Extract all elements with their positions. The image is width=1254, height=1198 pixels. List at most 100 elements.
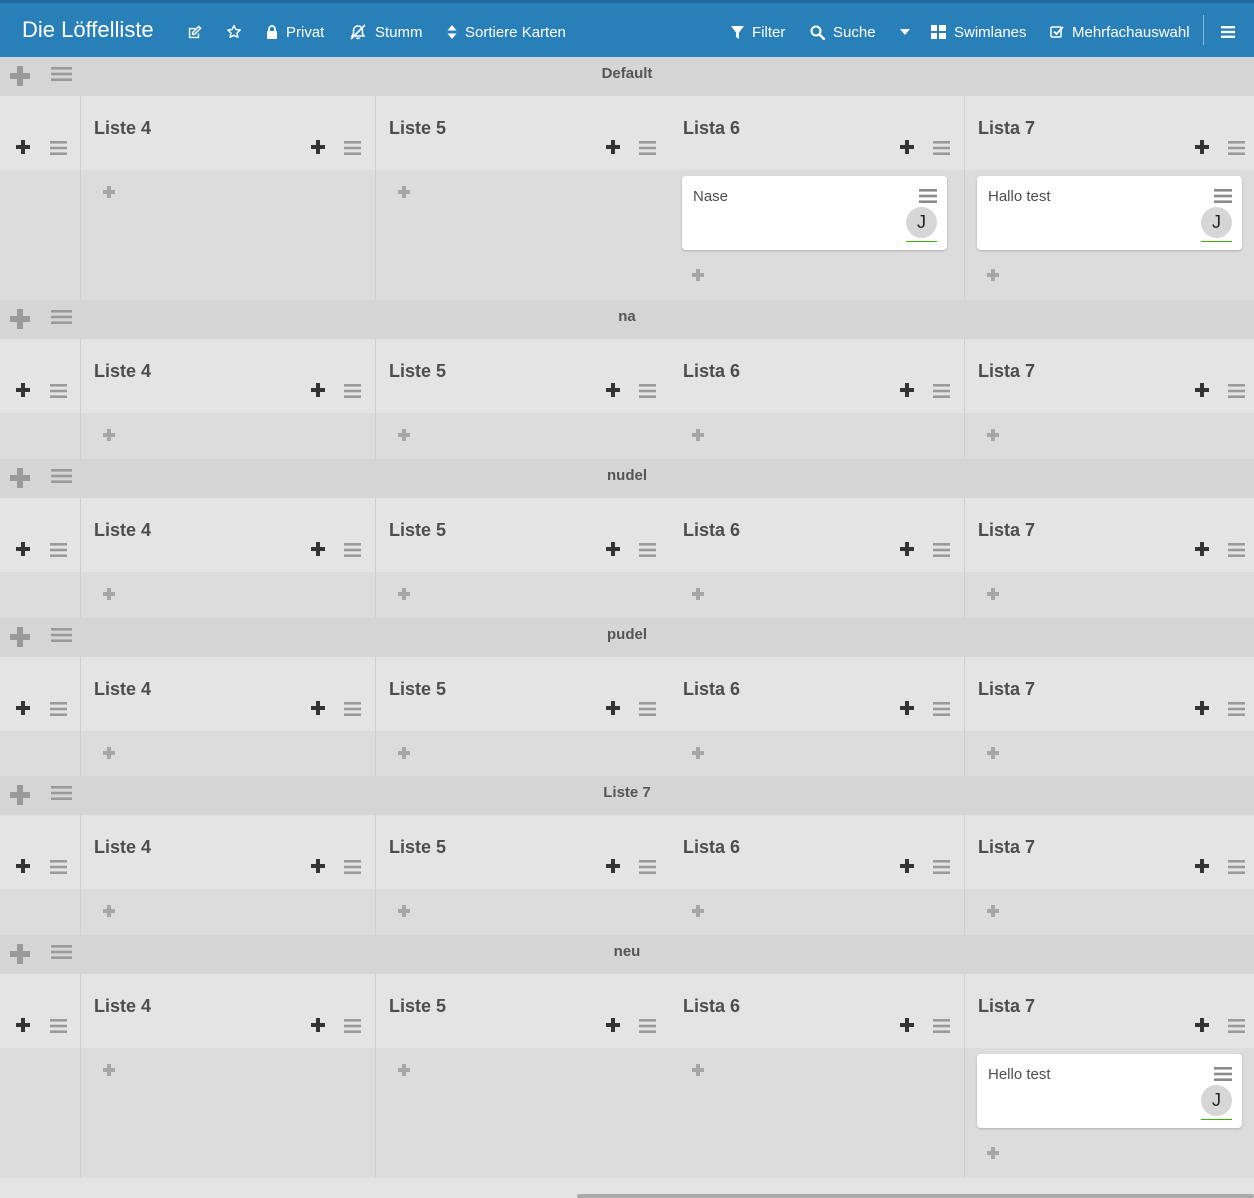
list-title[interactable]: Lista 7 [978, 679, 1035, 700]
add-swimlane-plus-icon[interactable] [10, 785, 30, 810]
add-card-top-plus-icon[interactable] [606, 542, 620, 561]
gutter-menu-icon[interactable] [50, 701, 67, 722]
list-title[interactable]: Lista 6 [683, 837, 740, 858]
add-swimlane-plus-icon[interactable] [10, 627, 30, 652]
list-title[interactable]: Liste 5 [389, 837, 446, 858]
add-card-plus-icon[interactable] [398, 904, 410, 922]
add-swimlane-plus-icon[interactable] [10, 66, 30, 91]
swimlane-menu-icon[interactable] [51, 944, 72, 965]
avatar[interactable]: J [1201, 207, 1232, 238]
add-card-plus-icon[interactable] [398, 1063, 410, 1081]
list-menu-icon[interactable] [1228, 140, 1245, 161]
list-title[interactable]: Liste 5 [389, 118, 446, 139]
add-card-top-plus-icon[interactable] [900, 542, 914, 561]
list-title[interactable]: Lista 7 [978, 837, 1035, 858]
mute-button[interactable]: Stumm [349, 21, 423, 43]
list-menu-icon[interactable] [344, 1018, 361, 1039]
gutter-menu-icon[interactable] [50, 859, 67, 880]
card-menu-icon[interactable] [1214, 1066, 1232, 1087]
add-list-plus-icon[interactable] [16, 542, 30, 561]
add-swimlane-plus-icon[interactable] [10, 309, 30, 334]
list-title[interactable]: Liste 5 [389, 679, 446, 700]
add-card-top-plus-icon[interactable] [311, 701, 325, 720]
list-title[interactable]: Lista 6 [683, 996, 740, 1017]
add-card-top-plus-icon[interactable] [1195, 542, 1209, 561]
add-card-top-plus-icon[interactable] [1195, 383, 1209, 402]
add-list-plus-icon[interactable] [16, 1018, 30, 1037]
list-title[interactable]: Liste 4 [94, 118, 151, 139]
swimlane-title[interactable]: Default [0, 65, 1254, 82]
board-menu-button[interactable] [1221, 21, 1235, 43]
list-menu-icon[interactable] [639, 542, 656, 563]
list-menu-icon[interactable] [933, 140, 950, 161]
add-card-top-plus-icon[interactable] [606, 1018, 620, 1037]
add-card-plus-icon[interactable] [103, 904, 115, 922]
list-menu-icon[interactable] [344, 701, 361, 722]
add-card-plus-icon[interactable] [987, 268, 999, 286]
list-menu-icon[interactable] [639, 701, 656, 722]
add-card-top-plus-icon[interactable] [311, 383, 325, 402]
sort-cards-button[interactable]: Sortiere Karten [447, 21, 566, 43]
minicard[interactable]: Hello test J [977, 1054, 1242, 1128]
add-card-plus-icon[interactable] [987, 587, 999, 605]
add-card-plus-icon[interactable] [398, 428, 410, 446]
minicard[interactable]: Hallo test J [977, 176, 1242, 250]
list-menu-icon[interactable] [933, 542, 950, 563]
add-card-plus-icon[interactable] [398, 185, 410, 203]
list-menu-icon[interactable] [639, 1018, 656, 1039]
list-menu-icon[interactable] [1228, 859, 1245, 880]
add-card-plus-icon[interactable] [103, 746, 115, 764]
list-title[interactable]: Lista 7 [978, 361, 1035, 382]
add-list-plus-icon[interactable] [16, 701, 30, 720]
list-title[interactable]: Lista 7 [978, 118, 1035, 139]
add-swimlane-plus-icon[interactable] [10, 468, 30, 493]
list-title[interactable]: Liste 5 [389, 361, 446, 382]
add-card-top-plus-icon[interactable] [900, 383, 914, 402]
add-card-plus-icon[interactable] [692, 1063, 704, 1081]
list-title[interactable]: Liste 5 [389, 996, 446, 1017]
swimlane-menu-icon[interactable] [51, 468, 72, 489]
gutter-menu-icon[interactable] [50, 542, 67, 563]
search-button[interactable]: Suche [810, 21, 876, 43]
list-title[interactable]: Lista 7 [978, 520, 1035, 541]
swimlane-menu-icon[interactable] [51, 309, 72, 330]
list-menu-icon[interactable] [639, 140, 656, 161]
add-card-top-plus-icon[interactable] [1195, 1018, 1209, 1037]
list-title[interactable]: Liste 5 [389, 520, 446, 541]
add-card-plus-icon[interactable] [692, 268, 704, 286]
view-dropdown-button[interactable] [900, 21, 910, 43]
board-title[interactable]: Die Löffelliste [22, 17, 154, 43]
swimlane-title[interactable]: pudel [0, 626, 1254, 643]
add-card-top-plus-icon[interactable] [606, 383, 620, 402]
list-menu-icon[interactable] [639, 383, 656, 404]
add-card-top-plus-icon[interactable] [900, 859, 914, 878]
horizontal-scrollbar[interactable] [577, 1194, 1254, 1198]
swimlanes-view-button[interactable]: Swimlanes [931, 21, 1027, 43]
list-title[interactable]: Lista 6 [683, 361, 740, 382]
list-menu-icon[interactable] [933, 1018, 950, 1039]
swimlane-menu-icon[interactable] [51, 66, 72, 87]
add-card-top-plus-icon[interactable] [900, 1018, 914, 1037]
add-card-plus-icon[interactable] [103, 587, 115, 605]
add-card-top-plus-icon[interactable] [311, 859, 325, 878]
list-menu-icon[interactable] [1228, 383, 1245, 404]
list-title[interactable]: Lista 7 [978, 996, 1035, 1017]
list-title[interactable]: Liste 4 [94, 837, 151, 858]
list-title[interactable]: Liste 4 [94, 520, 151, 541]
card-menu-icon[interactable] [1214, 188, 1232, 209]
list-menu-icon[interactable] [344, 383, 361, 404]
add-card-plus-icon[interactable] [987, 746, 999, 764]
add-card-plus-icon[interactable] [692, 746, 704, 764]
list-menu-icon[interactable] [344, 140, 361, 161]
privacy-button[interactable]: Privat [266, 21, 324, 43]
swimlane-title[interactable]: Liste 7 [0, 784, 1254, 801]
list-menu-icon[interactable] [1228, 1018, 1245, 1039]
add-card-top-plus-icon[interactable] [311, 140, 325, 159]
add-card-top-plus-icon[interactable] [606, 140, 620, 159]
list-menu-icon[interactable] [933, 701, 950, 722]
add-card-plus-icon[interactable] [987, 1146, 999, 1164]
avatar[interactable]: J [906, 207, 937, 238]
gutter-menu-icon[interactable] [50, 1018, 67, 1039]
list-title[interactable]: Lista 6 [683, 520, 740, 541]
add-card-top-plus-icon[interactable] [606, 859, 620, 878]
